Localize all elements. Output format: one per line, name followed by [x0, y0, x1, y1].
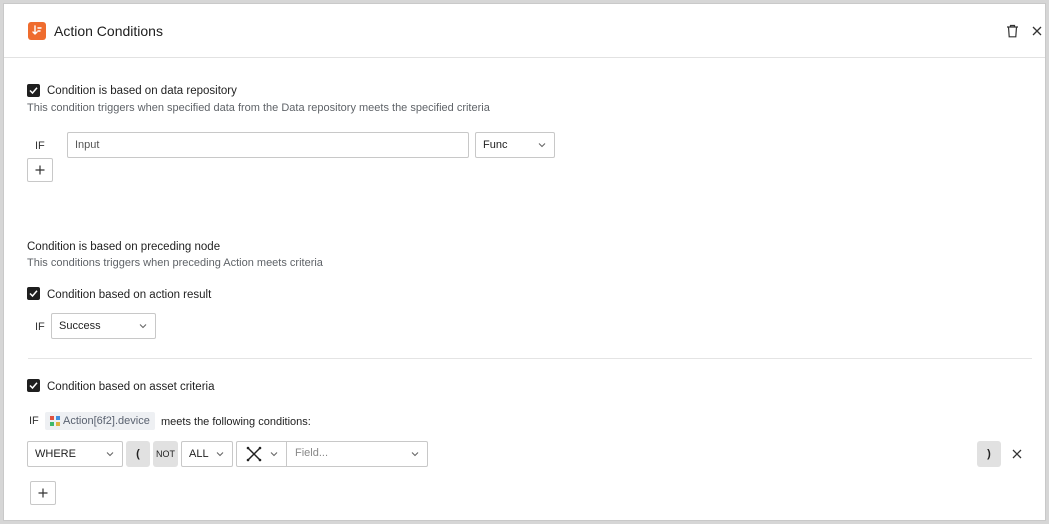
where-select-value: WHERE [35, 448, 76, 460]
action-logo-icon [28, 22, 46, 40]
open-paren-button[interactable]: ( [126, 441, 150, 467]
if-label: IF [35, 321, 45, 333]
delete-icon[interactable] [1004, 22, 1020, 40]
asset-chip-label: Action[6f2].device [63, 415, 150, 427]
preceding-node-heading: Condition is based on preceding node [27, 241, 221, 253]
if-label: IF [29, 415, 39, 427]
close-icon[interactable] [1030, 23, 1044, 39]
meets-conditions-text: meets the following conditions: [161, 416, 311, 428]
preceding-node-description: This conditions triggers when preceding … [27, 257, 323, 269]
func-select-value: Func [483, 139, 508, 151]
field-placeholder[interactable]: Field... [295, 447, 328, 459]
if-label: IF [35, 140, 45, 152]
chevron-down-icon [411, 452, 419, 457]
remove-condition-icon[interactable] [1010, 447, 1024, 461]
asset-criteria-label: Condition based on asset criteria [47, 381, 215, 393]
operator-select[interactable] [237, 442, 287, 466]
data-repository-checkbox[interactable] [27, 84, 40, 97]
page-title: Action Conditions [54, 23, 163, 39]
plus-icon [38, 488, 48, 498]
plus-icon [35, 165, 45, 175]
func-select[interactable]: Func [475, 132, 555, 158]
all-select[interactable]: ALL [181, 441, 233, 467]
chevron-down-icon [139, 324, 147, 329]
all-select-value: ALL [189, 448, 209, 460]
cross-arrows-icon [246, 446, 261, 462]
section-divider [28, 358, 1032, 359]
add-data-condition-button[interactable] [27, 158, 53, 182]
data-repository-label: Condition is based on data repository [47, 85, 237, 97]
chevron-down-icon [106, 452, 114, 457]
action-result-checkbox[interactable] [27, 287, 40, 300]
chevron-down-icon [270, 452, 277, 457]
input-placeholder: Input [75, 139, 100, 151]
action-result-label: Condition based on action result [47, 289, 212, 301]
asset-criteria-checkbox[interactable] [27, 379, 40, 392]
data-repository-description: This condition triggers when specified d… [27, 102, 490, 114]
asset-chip[interactable]: Action[6f2].device [45, 412, 155, 430]
asset-grid-icon [50, 416, 60, 426]
action-result-select[interactable]: Success [51, 313, 156, 339]
action-result-select-value: Success [59, 320, 101, 332]
field-group: Field... [236, 441, 428, 467]
action-conditions-panel: Action Conditions Condition is based on … [3, 3, 1046, 521]
chevron-down-icon [538, 143, 546, 148]
chevron-down-icon [216, 452, 224, 457]
input-field[interactable]: Input [67, 132, 469, 158]
add-asset-condition-button[interactable] [30, 481, 56, 505]
panel-header: Action Conditions [4, 4, 1045, 58]
close-paren-button[interactable]: ) [977, 441, 1001, 467]
not-toggle-button[interactable]: NOT [153, 441, 178, 467]
where-select[interactable]: WHERE [27, 441, 123, 467]
